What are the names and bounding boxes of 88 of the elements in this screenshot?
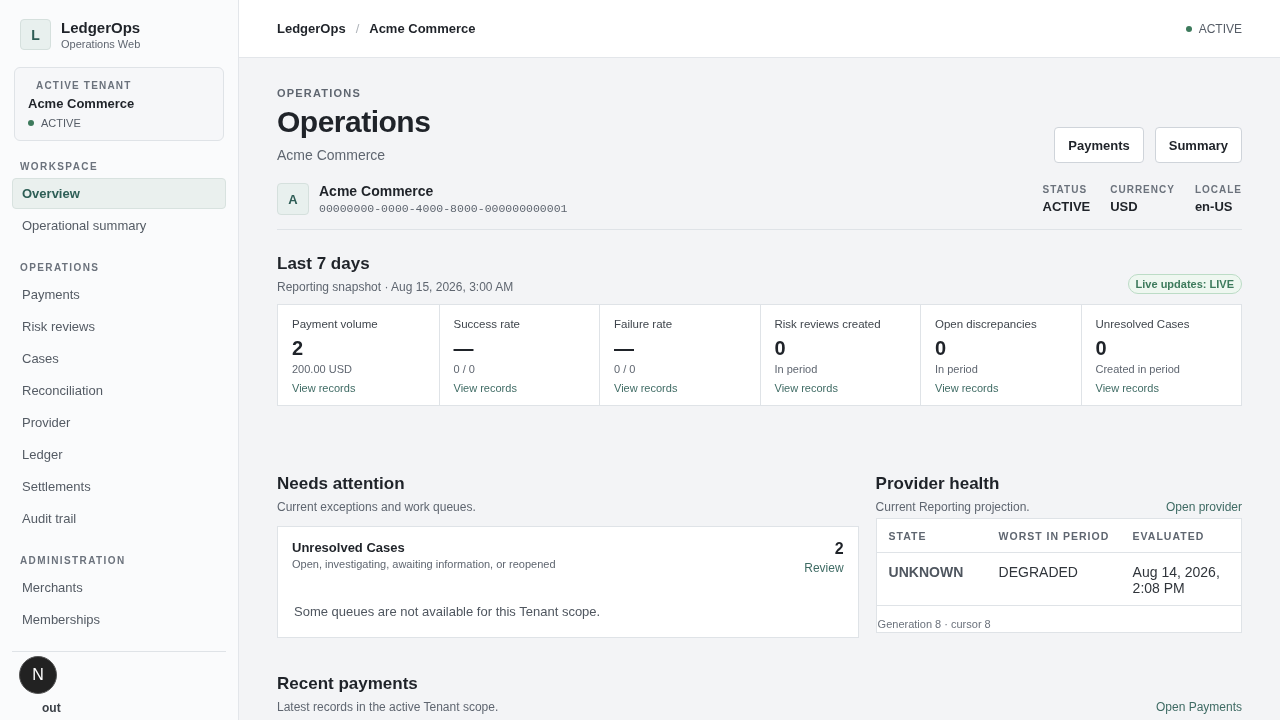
action-button[interactable]: Summary — [1154, 127, 1242, 163]
metric-detail: In period — [935, 363, 979, 375]
fact-value: en-US — [1194, 199, 1234, 214]
page-title: Operations — [277, 105, 431, 139]
dev-badge[interactable]: N — [19, 656, 57, 694]
view-records-link[interactable]: View records — [614, 382, 746, 394]
metric-label: Success rate — [453, 318, 521, 330]
tenant-name: Acme Commerce — [28, 96, 136, 111]
tenant-id: 00000000-0000-4000-8000-000000000001 — [319, 202, 568, 215]
view-records-link[interactable]: View records — [774, 382, 906, 394]
table-cell-text: DEGRADED — [998, 564, 1079, 582]
breadcrumb-link[interactable]: Acme Commerce — [369, 21, 476, 36]
breadcrumb-separator: / — [355, 21, 360, 36]
metric-value: 0 — [935, 337, 948, 360]
brand-name: LedgerOps — [61, 19, 141, 36]
nav-item[interactable]: Memberships — [12, 604, 226, 635]
column-header: STATE — [888, 530, 928, 542]
queue-title: Unresolved Cases — [292, 540, 406, 555]
nav-item[interactable]: Cases — [12, 343, 226, 374]
fact-value: ACTIVE — [1042, 199, 1091, 214]
metric-value: 0 — [1095, 337, 1108, 360]
metric-detail: 0 / 0 — [614, 363, 637, 375]
page-subtitle: Acme Commerce — [277, 147, 387, 163]
section-title: Provider health — [875, 474, 1001, 494]
nav-section-title: OPERATIONS — [19, 262, 101, 273]
queue-count: 2 — [833, 540, 844, 558]
queue-description: Open, investigating, awaiting information, or reopened — [292, 558, 556, 570]
metric-detail: 200.00 USD — [292, 363, 353, 375]
metric-label: Failure rate — [614, 318, 674, 330]
column-header: EVALUATED — [1132, 530, 1206, 542]
nav-item[interactable]: Settlements — [12, 471, 226, 502]
metric-label: Open discrepancies — [935, 318, 1038, 330]
fact-label: STATUS — [1042, 184, 1089, 195]
tenant-label: ACTIVE TENANT — [35, 80, 133, 91]
section-title: Needs attention — [277, 474, 406, 494]
tenant-avatar: A — [277, 183, 309, 215]
table-cell-text: UNKNOWN — [888, 564, 965, 582]
metric-label: Payment volume — [292, 318, 379, 330]
metric-label: Risk reviews created — [774, 318, 882, 330]
metric-value: — — [614, 337, 635, 360]
nav-item[interactable]: Risk reviews — [12, 311, 226, 342]
section-subtitle: Current exceptions and work queues. — [277, 500, 477, 514]
view-records-link[interactable]: View records — [292, 382, 425, 394]
nav-item[interactable]: Merchants — [12, 572, 226, 603]
nav-item[interactable]: Reconciliation — [12, 375, 226, 406]
sign-out-link[interactable]: out — [42, 701, 61, 715]
section-subtitle: Current Reporting projection. — [875, 500, 1030, 514]
open-provider-link[interactable]: Open provider — [1165, 500, 1242, 514]
open-payments-link[interactable]: Open Payments — [1155, 700, 1242, 714]
nav-item[interactable]: Audit trail — [12, 503, 226, 534]
table-cell-text: Aug 14, 2026, 2:08 PM — [1132, 564, 1221, 596]
queue-note: Some queues are not available for this Tenant scope. — [293, 604, 602, 619]
metric-detail: 0 / 0 — [453, 363, 476, 375]
brand-logo: L — [20, 19, 51, 50]
fact-label: CURRENCY — [1110, 184, 1175, 195]
metric-detail: In period — [774, 363, 819, 375]
metric-label: Unresolved Cases — [1095, 318, 1191, 330]
section-title: Recent payments — [277, 674, 419, 694]
nav-section-title: ADMINISTRATION — [19, 555, 127, 566]
status-label: ACTIVE — [1198, 21, 1242, 36]
nav-item[interactable]: Payments — [12, 279, 226, 310]
column-header: WORST IN PERIOD — [998, 530, 1111, 542]
view-records-link[interactable]: View records — [1095, 382, 1227, 394]
nav-item[interactable]: Provider — [12, 407, 226, 438]
nav-section-title: WORKSPACE — [19, 161, 99, 172]
review-link[interactable]: Review — [804, 561, 844, 575]
fact-value: USD — [1110, 199, 1139, 214]
live-badge: Live updates: LIVE — [1127, 274, 1242, 294]
table-footer: Generation 8 · cursor 8 — [876, 606, 1241, 632]
section-subtitle: Latest records in the active Tenant scope. — [277, 700, 499, 714]
fact-label: LOCALE — [1194, 184, 1242, 195]
tenant-name: Acme Commerce — [319, 183, 435, 199]
section-title: Last 7 days — [277, 254, 371, 274]
tenant-status: ACTIVE — [41, 117, 81, 129]
metric-value: 0 — [774, 337, 787, 360]
page-eyebrow: OPERATIONS — [277, 87, 362, 99]
brand-subtitle: Operations Web — [61, 38, 141, 50]
view-records-link[interactable]: View records — [935, 382, 1067, 394]
snapshot-text: Reporting snapshot · Aug 15, 2026, 3:00 AM — [277, 280, 514, 294]
nav-item[interactable]: Overview — [12, 178, 226, 209]
metric-value: — — [453, 337, 475, 360]
action-button[interactable]: Payments — [1054, 127, 1144, 163]
nav-item[interactable]: Operational summary — [12, 210, 226, 241]
nav-item[interactable]: Ledger — [12, 439, 226, 470]
metric-value: 2 — [292, 337, 305, 360]
metric-detail: Created in period — [1095, 363, 1181, 375]
breadcrumb-link[interactable]: LedgerOps — [277, 21, 346, 36]
view-records-link[interactable]: View records — [453, 382, 585, 394]
